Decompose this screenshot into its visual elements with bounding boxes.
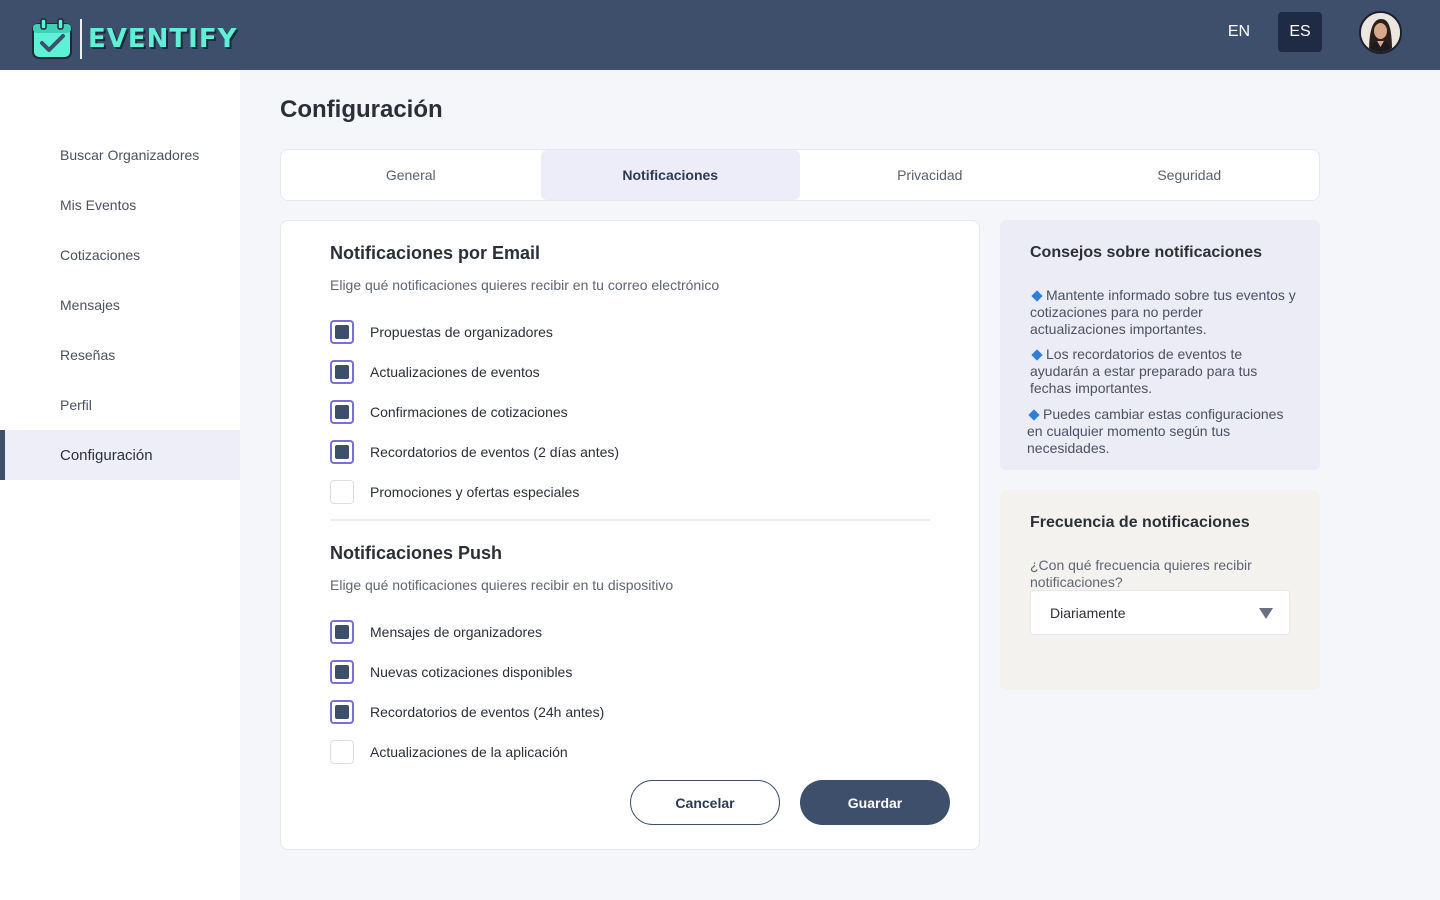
brand-name: EVENTIFY <box>88 24 238 54</box>
settings-tabs: General Notificaciones Privacidad Seguri… <box>280 149 1320 201</box>
option-label: Recordatorios de eventos (2 días antes) <box>370 444 620 460</box>
option-label: Actualizaciones de eventos <box>370 364 540 380</box>
tip-text: Puedes cambiar estas configuraciones en … <box>1027 406 1284 456</box>
logo-divider <box>80 19 82 59</box>
tab-seguridad[interactable]: Seguridad <box>1060 150 1320 200</box>
checkbox[interactable] <box>330 400 354 424</box>
sidebar-item-configuracion[interactable]: Configuración <box>0 430 240 480</box>
sidebar-item-perfil[interactable]: Perfil <box>0 380 240 430</box>
email-option-propuestas[interactable]: Propuestas de organizadores <box>330 319 553 345</box>
section-divider <box>330 519 930 521</box>
frequency-question: ¿Con qué frecuencia quieres recibir noti… <box>1030 557 1252 590</box>
brand-logo[interactable]: EVENTIFY <box>30 17 237 61</box>
tab-notificaciones[interactable]: Notificaciones <box>540 150 800 200</box>
option-label: Recordatorios de eventos (24h antes) <box>370 704 605 720</box>
push-option-mensajes[interactable]: Mensajes de organizadores <box>330 619 542 645</box>
sidebar-item-buscar-organizadores[interactable]: Buscar Organizadores <box>0 130 240 180</box>
chevron-down-icon <box>1259 608 1273 619</box>
checkbox[interactable] <box>330 440 354 464</box>
page-title: Configuración <box>280 96 443 123</box>
push-option-actualizaciones-app[interactable]: Actualizaciones de la aplicación <box>330 739 568 765</box>
language-es-button[interactable]: ES <box>1278 12 1322 52</box>
user-avatar[interactable] <box>1359 11 1402 54</box>
tips-title: Consejos sobre notificaciones <box>1030 244 1263 261</box>
tip-text: Los recordatorios de eventos te ayudarán… <box>1030 346 1258 396</box>
tip-item: Puedes cambiar estas configuraciones en … <box>1027 406 1297 457</box>
option-label: Actualizaciones de la aplicación <box>370 744 568 760</box>
tip-item: Los recordatorios de eventos te ayudarán… <box>1030 346 1300 397</box>
checkbox[interactable] <box>330 480 354 504</box>
email-section-subtitle: Elige qué notificaciones quieres recibir… <box>330 277 720 293</box>
checkbox[interactable] <box>330 660 354 684</box>
push-section-title: Notificaciones Push <box>330 543 503 563</box>
tip-text: Mantente informado sobre tus eventos y c… <box>1030 287 1296 337</box>
email-section-title: Notificaciones por Email <box>330 243 541 263</box>
push-option-cotizaciones[interactable]: Nuevas cotizaciones disponibles <box>330 659 572 685</box>
checkbox[interactable] <box>330 740 354 764</box>
frequency-select[interactable]: Diariamente <box>1030 590 1290 635</box>
option-label: Promociones y ofertas especiales <box>370 484 580 500</box>
tab-general[interactable]: General <box>281 150 541 200</box>
option-label: Propuestas de organizadores <box>370 324 553 340</box>
email-option-recordatorios[interactable]: Recordatorios de eventos (2 días antes) <box>330 439 619 465</box>
checkbox[interactable] <box>330 620 354 644</box>
top-header: EVENTIFY EN ES <box>0 0 1440 70</box>
checkbox[interactable] <box>330 360 354 384</box>
sidebar-item-resenas[interactable]: Reseñas <box>0 330 240 380</box>
tip-item: Mantente informado sobre tus eventos y c… <box>1030 287 1300 338</box>
diamond-icon <box>1028 409 1040 421</box>
sidebar-item-mensajes[interactable]: Mensajes <box>0 280 240 330</box>
save-button[interactable]: Guardar <box>800 780 950 825</box>
cancel-button[interactable]: Cancelar <box>630 780 780 825</box>
frequency-selected-value: Diariamente <box>1050 604 1126 621</box>
option-label: Confirmaciones de cotizaciones <box>370 404 568 420</box>
checkbox[interactable] <box>330 320 354 344</box>
sidebar: Buscar Organizadores Mis Eventos Cotizac… <box>0 70 240 900</box>
sidebar-item-mis-eventos[interactable]: Mis Eventos <box>0 180 240 230</box>
push-option-recordatorios[interactable]: Recordatorios de eventos (24h antes) <box>330 699 604 725</box>
checkbox[interactable] <box>330 700 354 724</box>
tab-privacidad[interactable]: Privacidad <box>800 150 1060 200</box>
push-section-subtitle: Elige qué notificaciones quieres recibir… <box>330 577 674 593</box>
email-option-promociones[interactable]: Promociones y ofertas especiales <box>330 479 579 505</box>
diamond-icon <box>1031 290 1043 302</box>
option-label: Mensajes de organizadores <box>370 624 542 640</box>
email-option-confirmaciones[interactable]: Confirmaciones de cotizaciones <box>330 399 568 425</box>
calendar-check-icon <box>30 17 74 61</box>
sidebar-item-cotizaciones[interactable]: Cotizaciones <box>0 230 240 280</box>
email-option-actualizaciones[interactable]: Actualizaciones de eventos <box>330 359 540 385</box>
frequency-title: Frecuencia de notificaciones <box>1030 514 1250 531</box>
diamond-icon <box>1031 349 1043 361</box>
option-label: Nuevas cotizaciones disponibles <box>370 664 573 680</box>
language-en-button[interactable]: EN <box>1217 12 1261 52</box>
